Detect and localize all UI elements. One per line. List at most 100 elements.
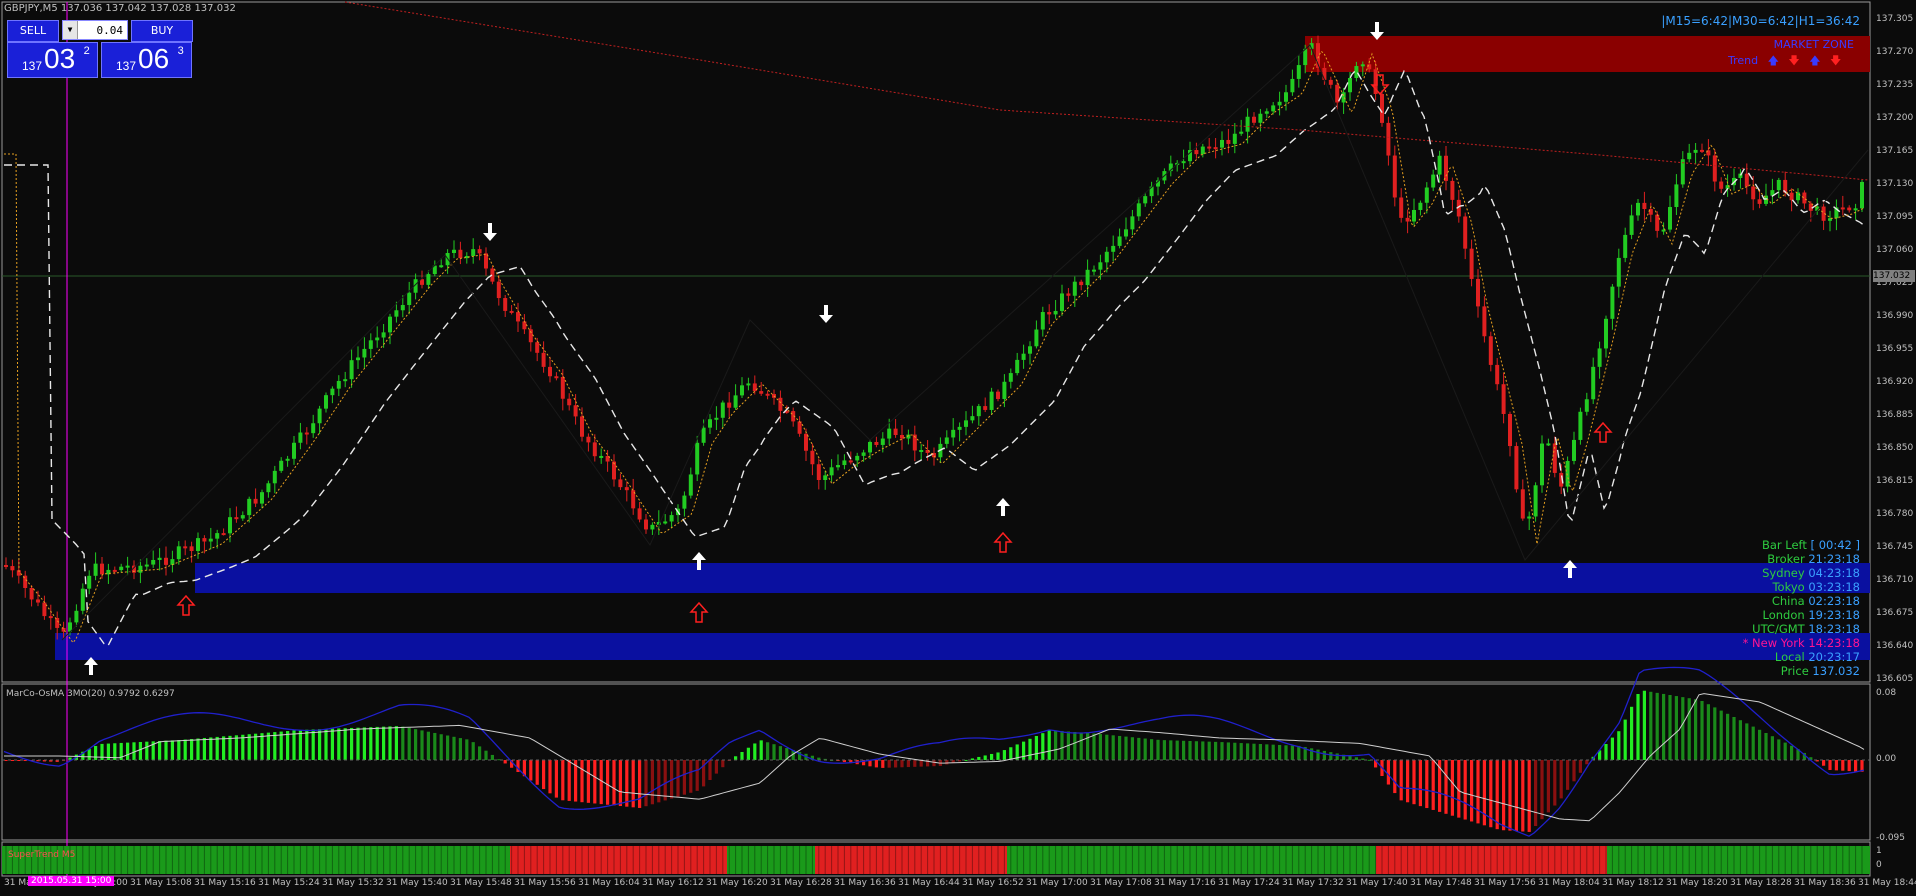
osma-bar — [1694, 699, 1698, 760]
time-tick: 31 May 16:04 — [578, 878, 640, 888]
candle-body — [317, 408, 322, 424]
candle-body — [189, 546, 194, 551]
candle-body — [1085, 269, 1090, 286]
candle-body — [810, 450, 815, 465]
candle-body — [733, 395, 738, 408]
time-tick: 31 May 17:16 — [1154, 878, 1216, 888]
time-tick: 31 May 15:24 — [258, 878, 320, 888]
candle-body — [516, 312, 520, 322]
long-term-average — [344, 1, 1869, 181]
candle-body — [1642, 202, 1647, 209]
candle-body — [1124, 229, 1128, 237]
price-tick: 136.605 — [1876, 674, 1914, 684]
osma-bar — [1169, 740, 1173, 760]
osma-bar — [503, 760, 507, 764]
osma-bar — [913, 760, 917, 767]
candle-body — [1220, 139, 1224, 148]
osma-bar — [1073, 731, 1077, 760]
osma-bar — [1002, 750, 1006, 760]
price-tick: 136.955 — [1876, 344, 1914, 354]
osma-bar — [497, 759, 501, 761]
osma-bar — [1546, 760, 1550, 813]
candle-body — [48, 616, 53, 619]
candle-body — [1399, 197, 1404, 218]
arrow-down-icon — [819, 305, 833, 323]
osma-bar — [1207, 741, 1211, 760]
candle-body — [695, 442, 700, 475]
candle-body — [1200, 146, 1205, 155]
candle-body — [823, 475, 828, 481]
osma-bar — [478, 746, 482, 760]
osma-bar — [945, 760, 949, 765]
osma-bar — [734, 756, 738, 760]
time-tick: 31 May 15:32 — [322, 878, 384, 888]
chevron-down-icon[interactable]: ▼ — [63, 21, 78, 39]
buy-button[interactable]: BUY — [131, 20, 193, 42]
osma-bar — [1553, 760, 1557, 806]
osma-bar — [1738, 720, 1742, 760]
lot-size-field[interactable]: ▼ 0.04 — [62, 20, 128, 40]
candle-body — [746, 383, 751, 386]
osma-bar — [1034, 735, 1038, 760]
sell-price-pip: 2 — [83, 45, 90, 57]
sell-price-box[interactable]: 137 03 2 — [7, 42, 98, 78]
osma-bar — [650, 760, 654, 805]
osma-bar — [1751, 726, 1755, 760]
candle-body — [93, 563, 98, 576]
candle-body — [644, 519, 648, 530]
candle-body — [330, 388, 335, 396]
osma-bar — [183, 739, 187, 760]
lot-size-value: 0.04 — [96, 24, 124, 37]
clock-city: Tokyo — [1772, 580, 1805, 594]
osma-bar — [407, 727, 411, 760]
time-tick: 31 May 17:56 — [1474, 878, 1536, 888]
price-tick: 136.850 — [1876, 443, 1914, 453]
osma-bar — [644, 760, 648, 807]
osma-bar — [983, 755, 987, 760]
candle-body — [868, 441, 872, 453]
osma-bar — [1732, 717, 1736, 760]
indicator-tick: 0.08 — [1876, 688, 1897, 698]
osma-bar — [682, 760, 686, 795]
osma-bar — [554, 760, 558, 798]
support-zone-upper — [195, 563, 1870, 593]
candle-body — [1245, 116, 1250, 132]
osma-bar — [1252, 743, 1256, 760]
osma-bar — [394, 726, 398, 760]
buy-price-box[interactable]: 137 06 3 — [101, 42, 192, 78]
osma-bar — [708, 760, 712, 780]
osma-bar — [1610, 737, 1614, 760]
time-tick: 31 May 18:44 — [1858, 878, 1916, 888]
osma-bar — [881, 760, 885, 768]
osma-bar — [305, 729, 309, 760]
buy-price-small: 137 — [116, 59, 137, 73]
clock-row: Broker 21:23:18 — [1767, 552, 1860, 566]
candle-body — [1322, 67, 1327, 80]
osma-bar — [1681, 697, 1685, 760]
osma-bar — [618, 760, 622, 807]
candle-body — [560, 377, 565, 399]
osma-bar — [1239, 743, 1243, 760]
candle-body — [1572, 439, 1576, 461]
candle-body — [1258, 113, 1263, 123]
sell-button[interactable]: SELL — [7, 20, 59, 42]
candle-body — [906, 434, 911, 439]
candle-body — [708, 419, 712, 428]
candle-body — [221, 533, 226, 536]
osma-bar — [375, 726, 379, 760]
osma-bar — [1649, 691, 1653, 760]
candle-body — [848, 460, 853, 463]
candle-body — [1264, 111, 1269, 114]
osma-bar — [215, 736, 219, 760]
osma-bar — [1041, 733, 1045, 760]
osma-bar — [599, 760, 603, 805]
chart-canvas[interactable] — [0, 0, 1916, 896]
candle-body — [1079, 281, 1084, 286]
candle-body — [1687, 152, 1692, 160]
candle-body — [138, 565, 143, 573]
candle-body — [1328, 79, 1333, 85]
supertrend-label: SuperTrend M5 — [8, 850, 76, 860]
candle-body — [1527, 516, 1532, 519]
candle-body — [637, 508, 642, 520]
candle-body — [1520, 489, 1525, 519]
